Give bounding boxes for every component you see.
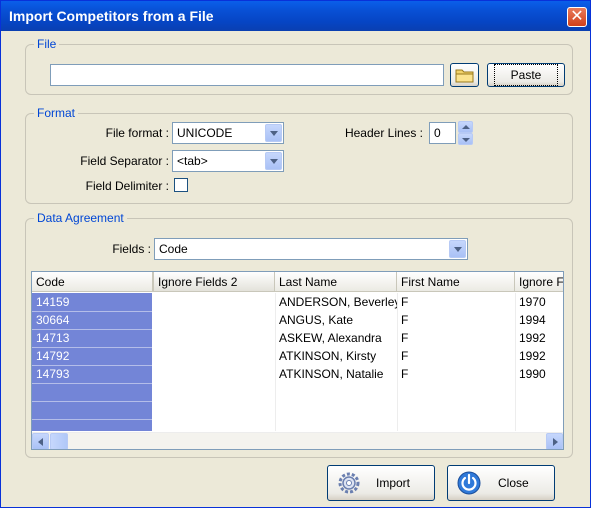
import-label: Import	[376, 476, 411, 490]
cell-code: 14713	[36, 331, 70, 345]
cell-code: 30664	[36, 313, 70, 327]
format-legend: Format	[37, 106, 76, 120]
cell-last-name: ATKINSON, Kirsty	[279, 349, 377, 363]
field-separator-select[interactable]: <tab>	[172, 150, 284, 172]
cell-code: 14159	[36, 295, 70, 309]
spin-up-icon[interactable]	[458, 121, 473, 133]
header-lines-spinner[interactable]	[458, 121, 473, 145]
browse-button[interactable]	[450, 63, 479, 87]
data-grid[interactable]: Code Ignore Fields 2 Last Name First Nam…	[31, 271, 564, 450]
close-window-button[interactable]: ✕	[567, 7, 587, 27]
close-label: Close	[498, 476, 529, 490]
fields-label: Fields :	[112, 242, 151, 256]
import-dialog: Import Competitors from a File ✕ File Pa…	[0, 0, 591, 508]
window-title: Import Competitors from a File	[9, 8, 214, 24]
paste-button[interactable]: Paste	[487, 63, 565, 87]
fields-value: Code	[159, 242, 188, 256]
column-header-ignore-fields-2[interactable]: Ignore Fields 2	[153, 272, 275, 292]
chevron-down-icon[interactable]	[449, 240, 466, 258]
column-header-code[interactable]: Code	[32, 272, 153, 292]
field-separator-label: Field Separator :	[80, 154, 169, 168]
file-format-label: File format :	[105, 126, 169, 140]
column-header-ignore-f[interactable]: Ignore F	[515, 272, 563, 292]
scroll-thumb[interactable]	[50, 433, 68, 449]
cell-ignore-f: 1992	[519, 331, 546, 345]
cell-ignore-f: 1970	[519, 295, 546, 309]
header-lines-label: Header Lines :	[344, 126, 423, 140]
file-legend: File	[37, 37, 57, 51]
cell-first-name: F	[401, 367, 409, 381]
field-delimiter-checkbox[interactable]	[174, 178, 188, 192]
column-header-last-name[interactable]: Last Name	[275, 272, 397, 292]
cell-last-name: ANDERSON, Beverley	[279, 295, 397, 309]
scroll-right-icon[interactable]	[546, 433, 563, 449]
chevron-down-icon[interactable]	[265, 124, 282, 142]
cell-first-name: F	[401, 313, 409, 327]
field-delimiter-label: Field Delimiter :	[85, 179, 169, 193]
cell-last-name: ANGUS, Kate	[279, 313, 354, 327]
fields-select[interactable]: Code	[154, 238, 468, 260]
cell-first-name: F	[401, 295, 409, 309]
cell-code: 14793	[36, 367, 70, 381]
gear-icon	[338, 472, 360, 494]
paste-label: Paste	[493, 64, 559, 86]
file-format-value: UNICODE	[177, 126, 233, 140]
title-bar: Import Competitors from a File ✕	[1, 1, 590, 31]
cell-code: 14792	[36, 349, 70, 363]
field-separator-value: <tab>	[177, 154, 208, 168]
cell-first-name: F	[401, 349, 409, 363]
folder-icon	[455, 69, 473, 83]
header-lines-input[interactable]: 0	[429, 122, 456, 144]
cell-last-name: ATKINSON, Natalie	[279, 367, 384, 381]
chevron-down-icon[interactable]	[265, 152, 282, 170]
cell-ignore-f: 1994	[519, 313, 546, 327]
cell-last-name: ASKEW, Alexandra	[279, 331, 382, 345]
close-button[interactable]: Close	[447, 465, 555, 501]
cell-ignore-f: 1992	[519, 349, 546, 363]
power-icon	[457, 471, 481, 495]
horizontal-scrollbar[interactable]	[32, 432, 563, 449]
cell-first-name: F	[401, 331, 409, 345]
file-format-select[interactable]: UNICODE	[172, 122, 284, 144]
cell-ignore-f: 1990	[519, 367, 546, 381]
spin-down-icon[interactable]	[458, 133, 473, 145]
data-agreement-legend: Data Agreement	[37, 211, 124, 225]
file-path-input[interactable]	[50, 64, 444, 86]
column-header-first-name[interactable]: First Name	[397, 272, 515, 292]
import-button[interactable]: Import	[327, 465, 435, 501]
scroll-left-icon[interactable]	[32, 433, 49, 449]
